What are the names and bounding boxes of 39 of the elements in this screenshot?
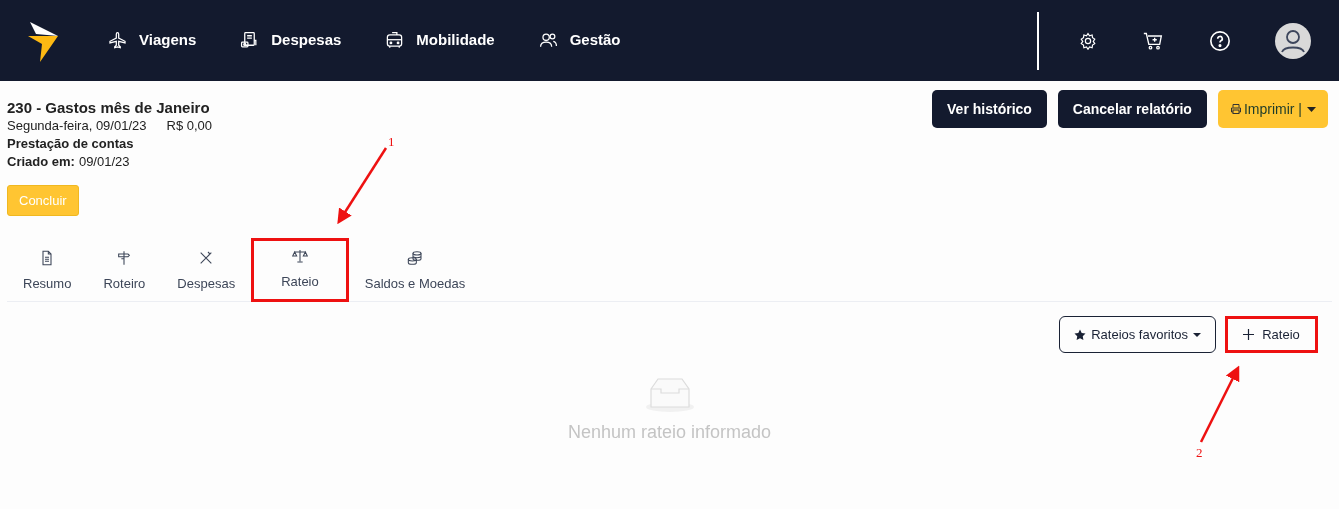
- action-button[interactable]: Ver histórico: [932, 90, 1047, 128]
- plus-icon: [1243, 329, 1255, 340]
- report-title: 230 - Gastos mês de Janeiro: [7, 99, 211, 117]
- settings-icon[interactable]: [1079, 31, 1097, 50]
- print-button[interactable]: Imprimir |: [1217, 90, 1328, 128]
- nav-link[interactable]: Viagens: [108, 29, 197, 52]
- caret-icon: [1193, 332, 1201, 337]
- logo-icon[interactable]: [28, 19, 60, 62]
- empty-message: Nenhum rateio informado: [567, 421, 772, 444]
- car-icon: [385, 31, 405, 50]
- tab[interactable]: Rateio: [251, 238, 349, 302]
- favorites-button[interactable]: Rateios favoritos: [1059, 316, 1216, 353]
- add-rateio-button[interactable]: Rateio: [1225, 316, 1318, 353]
- nav-link[interactable]: Despesas: [240, 29, 342, 52]
- printer-icon: [1229, 103, 1242, 115]
- nav-link[interactable]: Mobilidade: [385, 29, 495, 52]
- tab[interactable]: Saldos e Moedas: [348, 242, 482, 301]
- tab[interactable]: Roteiro: [87, 242, 162, 301]
- annotation-number: 1: [388, 133, 395, 151]
- star-icon: [1074, 328, 1087, 341]
- nav-link[interactable]: Gestão: [538, 29, 621, 52]
- scale-icon: [291, 248, 308, 265]
- signpost-icon: [116, 249, 133, 266]
- report-type: Prestação de contas: [7, 135, 135, 153]
- report-date: Segunda-feira, 09/01/23: [7, 117, 147, 135]
- action-button[interactable]: Cancelar relatório: [1057, 90, 1207, 128]
- caret-icon: [1307, 106, 1316, 112]
- created-label: Criado em:: [7, 153, 75, 171]
- created-date: 09/01/23: [78, 153, 130, 171]
- cart-add-icon[interactable]: [1143, 30, 1163, 51]
- plane-icon: [108, 31, 127, 50]
- tab[interactable]: Despesas: [161, 242, 252, 301]
- users-icon: [538, 31, 558, 50]
- annotation-number: 2: [1196, 444, 1203, 462]
- avatar-icon[interactable]: [1275, 22, 1311, 59]
- coins-icon: [406, 249, 423, 266]
- tab[interactable]: Resumo: [7, 242, 88, 301]
- report-amount: R$ 0,00: [166, 117, 213, 135]
- help-icon[interactable]: [1209, 29, 1231, 52]
